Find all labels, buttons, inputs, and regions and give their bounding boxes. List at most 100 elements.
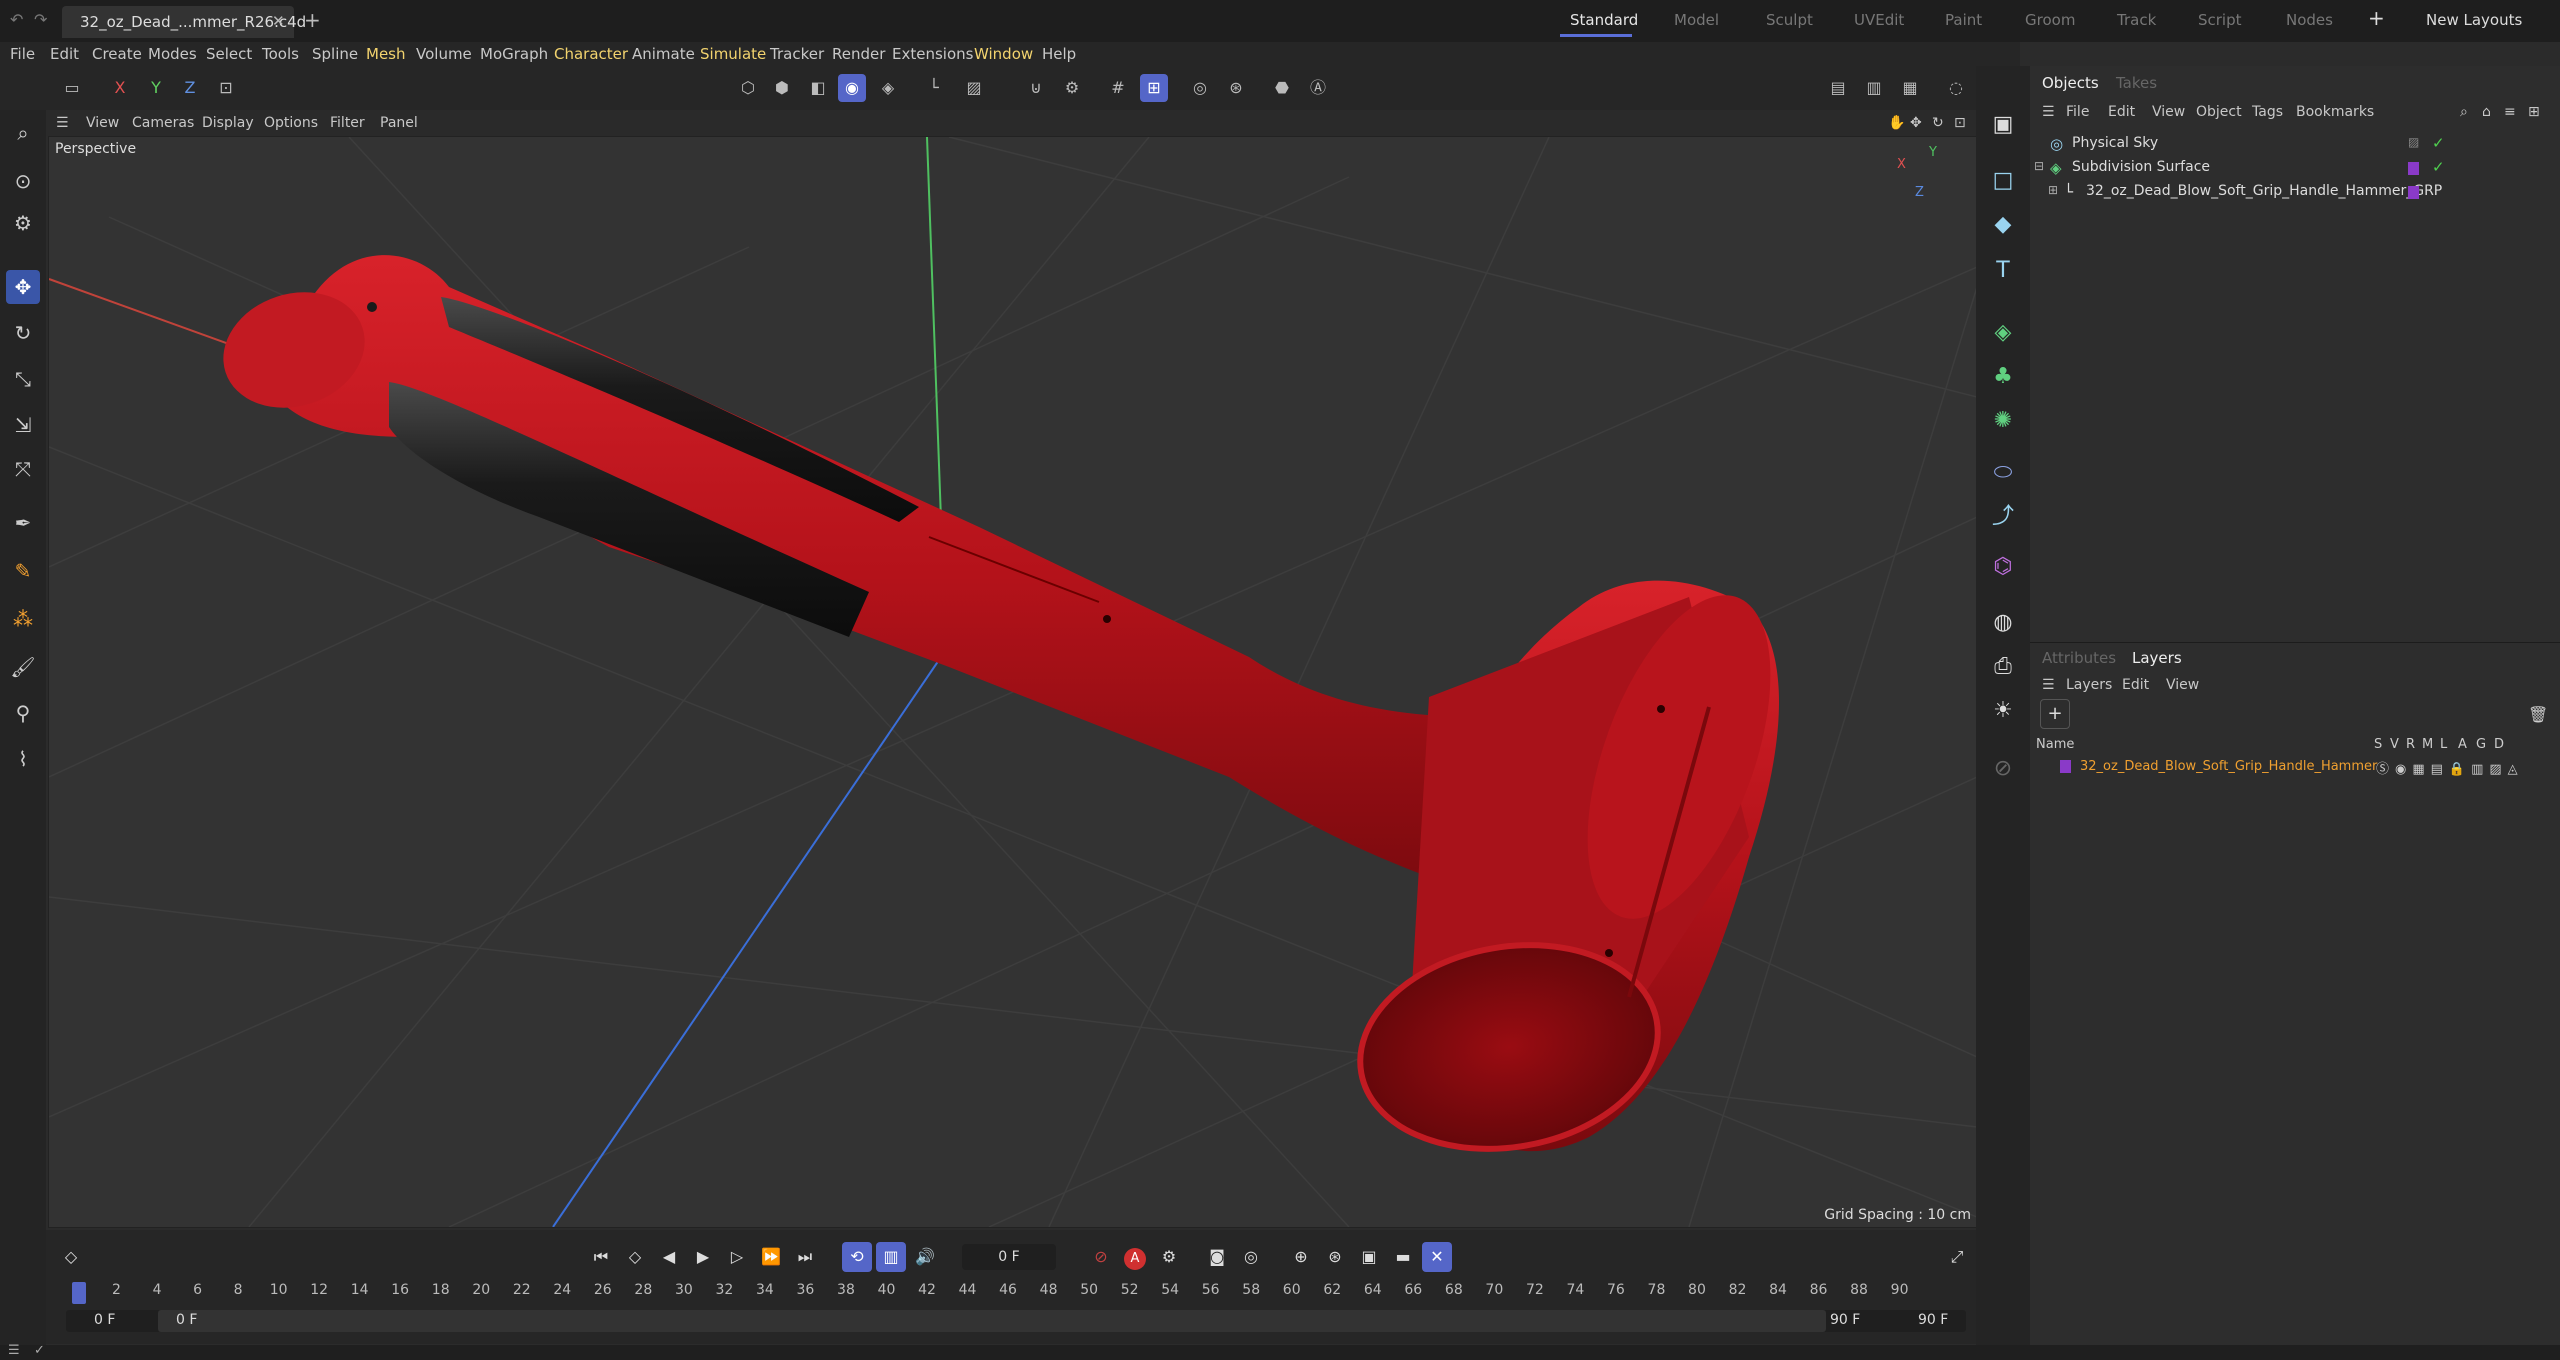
menu-character[interactable]: Character xyxy=(554,45,628,63)
paint-brush-icon[interactable]: 🖌 xyxy=(6,650,40,684)
render-queue-icon[interactable]: ▦ xyxy=(1896,74,1924,102)
object-row-physical-sky[interactable]: ◎ Physical Sky ▨ ✓ xyxy=(2030,132,2560,156)
status-check-icon[interactable]: ✓ xyxy=(34,1343,45,1358)
knife-icon[interactable]: ⚲ xyxy=(6,696,40,730)
menu-modes[interactable]: Modes xyxy=(148,45,197,63)
menu-edit[interactable]: Edit xyxy=(50,45,79,63)
key-param-icon[interactable]: ⊛ xyxy=(1320,1242,1350,1272)
playhead[interactable] xyxy=(72,1282,86,1304)
add-layout-icon[interactable]: + xyxy=(2368,6,2385,30)
render-settings-icon[interactable]: ⊛ xyxy=(1222,74,1250,102)
menu-select[interactable]: Select xyxy=(206,45,252,63)
viewport-menu-view[interactable]: View xyxy=(86,115,119,131)
menu-window[interactable]: Window xyxy=(974,45,1033,63)
viewport-menu-panel[interactable]: Panel xyxy=(380,115,418,131)
axis-mode-icon[interactable]: └ xyxy=(920,74,948,102)
menu-mesh[interactable]: Mesh xyxy=(366,45,406,63)
new-tab-icon[interactable]: + xyxy=(304,8,321,32)
layout-tab-script[interactable]: Script xyxy=(2198,11,2242,29)
menu-extensions[interactable]: Extensions xyxy=(892,45,973,63)
layers-menu-view[interactable]: View xyxy=(2166,677,2199,693)
menu-help[interactable]: Help xyxy=(1042,45,1076,63)
live-selection-icon[interactable]: ⊙ xyxy=(6,164,40,198)
next-frame-icon[interactable]: ▷ xyxy=(722,1242,752,1272)
menu-mograph[interactable]: MoGraph xyxy=(480,45,548,63)
disabled-tool-icon[interactable]: ⊘ xyxy=(1986,752,2020,786)
keyframe-settings-icon[interactable]: ⚙ xyxy=(1154,1242,1184,1272)
objects-new-window-icon[interactable]: ⊞ xyxy=(2528,104,2540,120)
record-disabled-icon[interactable]: ⊘ xyxy=(1086,1242,1116,1272)
coordinate-system-icon[interactable]: ⊡ xyxy=(212,74,240,102)
object-row-hammer-group[interactable]: ⊞ └ 32_oz_Dead_Blow_Soft_Grip_Handle_Ham… xyxy=(2030,180,2560,204)
render-active-view-icon[interactable]: ▥ xyxy=(1860,74,1888,102)
layout-tab-model[interactable]: Model xyxy=(1674,11,1719,29)
layout-tab-track[interactable]: Track xyxy=(2117,11,2156,29)
layer-color-swatch[interactable] xyxy=(2408,186,2419,199)
layout-tab-sculpt[interactable]: Sculpt xyxy=(1766,11,1813,29)
maximize-view-icon[interactable]: ⊡ xyxy=(1954,115,1966,131)
current-frame-field[interactable]: 0 F xyxy=(962,1244,1056,1270)
menu-tools[interactable]: Tools xyxy=(262,45,299,63)
object-icon[interactable]: ▣ xyxy=(1986,108,2020,142)
layers-menu-icon[interactable]: ☰ xyxy=(2042,677,2055,693)
snap-settings-icon[interactable]: ⚙ xyxy=(1058,74,1086,102)
loop-icon[interactable]: ⟲ xyxy=(842,1242,872,1272)
add-layer-button[interactable]: + xyxy=(2040,699,2070,729)
key-position-icon[interactable]: ◙ xyxy=(1202,1242,1232,1272)
effector-icon[interactable]: ✺ xyxy=(1986,404,2020,438)
timeline-graph-icon[interactable]: ⤢ xyxy=(1942,1242,1972,1272)
layer-row[interactable]: 32_oz_Dead_Blow_Soft_Grip_Handle_Hammer … xyxy=(2030,755,2560,779)
undo-history-icon[interactable]: ▭ xyxy=(58,74,86,102)
spline-brush-icon[interactable]: ✎ xyxy=(6,554,40,588)
z-axis-lock-button[interactable]: Z xyxy=(176,74,204,102)
autokey-icon[interactable]: A xyxy=(1120,1242,1150,1272)
status-menu-icon[interactable]: ☰ xyxy=(8,1343,20,1358)
selection-settings-icon[interactable]: ⚙ xyxy=(6,206,40,240)
expand-icon[interactable]: ⊞ xyxy=(2048,183,2058,197)
text-icon[interactable]: T xyxy=(1986,254,2020,288)
tab-layers[interactable]: Layers xyxy=(2132,649,2182,667)
material-icon[interactable]: ⬣ xyxy=(1268,74,1296,102)
viewport-menu-cameras[interactable]: Cameras xyxy=(132,115,194,131)
objects-menu-edit[interactable]: Edit xyxy=(2108,104,2135,120)
tag-icon[interactable]: ▨ xyxy=(2408,135,2419,149)
x-axis-lock-button[interactable]: X xyxy=(106,74,134,102)
key-rotation-icon[interactable]: ◎ xyxy=(1236,1242,1266,1272)
sound-icon[interactable]: 🔊 xyxy=(910,1242,940,1272)
rotate-view-icon[interactable]: ↻ xyxy=(1932,115,1944,131)
cube-icon[interactable]: ◆ xyxy=(1986,208,2020,242)
grid-snap-icon[interactable]: ⊞ xyxy=(1140,74,1168,102)
objects-menu-file[interactable]: File xyxy=(2066,104,2089,120)
menu-render[interactable]: Render xyxy=(832,45,885,63)
layer-color-swatch[interactable] xyxy=(2408,162,2419,175)
horizontal-scrollbar[interactable] xyxy=(2030,1319,2560,1323)
field-icon[interactable]: ⤴ xyxy=(1986,500,2020,534)
snap-icon[interactable]: ⊍ xyxy=(1022,74,1050,102)
menu-create[interactable]: Create xyxy=(92,45,142,63)
preview-range-icon[interactable]: ▥ xyxy=(876,1242,906,1272)
sculpt-icon[interactable]: ⁂ xyxy=(6,602,40,636)
environment-icon[interactable]: ◍ xyxy=(1986,606,2020,640)
next-key-icon[interactable]: ⏩ xyxy=(756,1242,786,1272)
points-mode-icon[interactable]: ⬡ xyxy=(734,74,762,102)
deformer-icon[interactable]: ⬭ xyxy=(1986,456,2020,490)
spline-pen-icon[interactable]: ✒ xyxy=(6,506,40,540)
go-to-start-icon[interactable]: ⏮ xyxy=(586,1242,616,1272)
objects-menu-bookmarks[interactable]: Bookmarks xyxy=(2296,104,2374,120)
previous-key-icon[interactable]: ◇ xyxy=(620,1242,650,1272)
close-tab-icon[interactable]: ✕ xyxy=(272,12,285,30)
camera-icon[interactable]: ⎙ xyxy=(1986,650,2020,684)
menu-simulate[interactable]: Simulate xyxy=(700,45,766,63)
search-icon[interactable]: ⌕ xyxy=(6,116,40,150)
layout-tab-paint[interactable]: Paint xyxy=(1945,11,1982,29)
transfer-tool-icon[interactable]: ⇲ xyxy=(6,408,40,442)
layers-menu-edit[interactable]: Edit xyxy=(2122,677,2149,693)
model-mode-icon[interactable]: ◉ xyxy=(838,74,866,102)
y-axis-lock-button[interactable]: Y xyxy=(142,74,170,102)
timeline-ruler[interactable]: 0246810121416182022242628303234363840424… xyxy=(66,1282,1966,1310)
workplane-icon[interactable]: # xyxy=(1104,74,1132,102)
auto-icon[interactable]: Ⓐ xyxy=(1304,74,1332,102)
previous-frame-icon[interactable]: ◀ xyxy=(654,1242,684,1272)
layout-tab-standard[interactable]: Standard xyxy=(1570,11,1638,29)
end-frame-field[interactable]: 90 F xyxy=(1918,1312,1948,1328)
